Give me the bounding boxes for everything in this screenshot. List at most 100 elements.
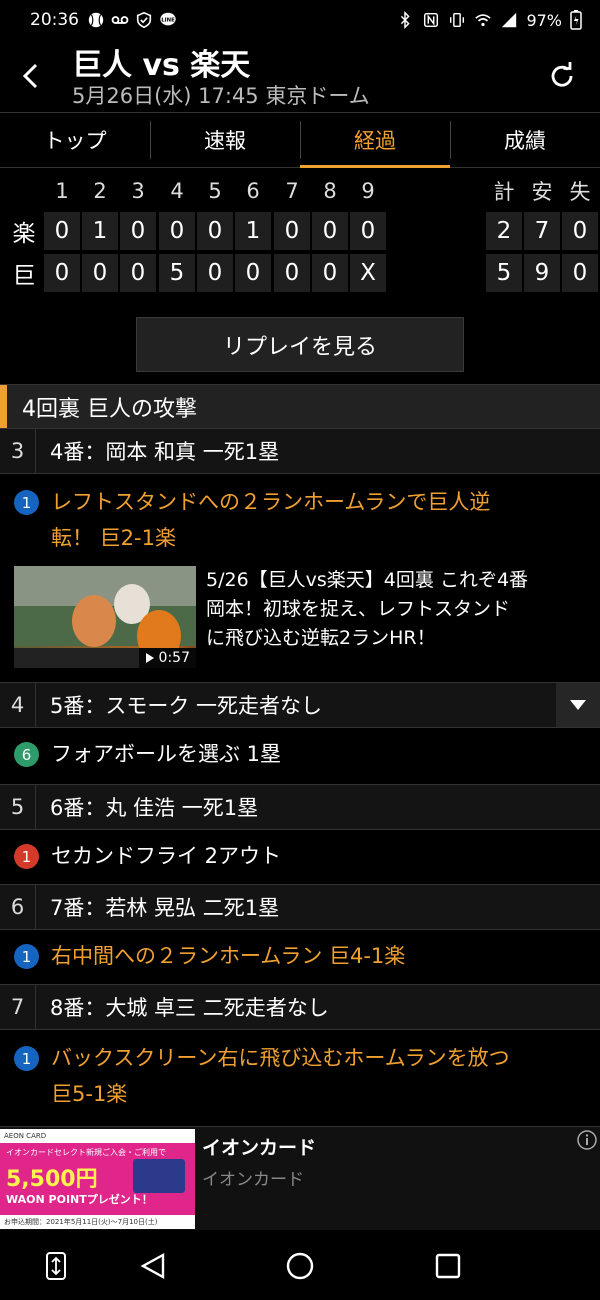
play-result-text: 右中間への２ランホームラン 巨4-1楽	[51, 944, 406, 968]
pitch-count-badge: 1	[14, 944, 39, 969]
play-result-text: フォアボールを選ぶ 1塁	[51, 742, 282, 766]
batter-order: 4	[0, 683, 36, 727]
batter-order: 5	[0, 785, 36, 829]
video-description[interactable]: 5/26【巨人vs楽天】4回裏 これぞ4番 岡本！初球を捉え、レフトスタンド に…	[206, 566, 586, 653]
ad-brand: AEON CARD	[0, 1129, 195, 1143]
refresh-icon[interactable]	[546, 60, 578, 92]
inning-score: 0	[120, 212, 156, 250]
highlight-video-card[interactable]: 0:57 5/26【巨人vs楽天】4回裏 これぞ4番 岡本！初球を捉え、レフトス…	[14, 566, 586, 670]
batter-row[interactable]: 3 4番：岡本 和真 一死1塁	[0, 428, 600, 474]
system-nav-bar	[0, 1232, 600, 1300]
vibrate-icon	[450, 12, 465, 28]
tab-top[interactable]: トップ	[0, 113, 150, 167]
wifi-icon	[475, 14, 492, 27]
voicemail-icon	[111, 16, 129, 24]
ad-period: お申込期間：2021年5月11日(火)〜7月10日(土)	[0, 1215, 195, 1229]
total-errors: 0	[562, 212, 598, 250]
inning-section-title: 4回裏 巨人の攻撃	[22, 396, 197, 422]
ad-advertiser: イオンカード	[202, 1170, 304, 1190]
total-runs: 5	[486, 254, 522, 292]
video-description-line: 5/26【巨人vs楽天】4回裏 これぞ4番	[206, 569, 529, 591]
section-accent-bar	[0, 385, 7, 429]
inning-section-header: 4回裏 巨人の攻撃	[0, 384, 600, 429]
inning-score: 0	[82, 254, 118, 292]
replay-button[interactable]: リプレイを見る	[136, 317, 464, 372]
inning-score: 1	[235, 212, 271, 250]
pitch-count-badge: 1	[14, 490, 39, 515]
ad-banner[interactable]: AEON CARD イオンカードセレクト新規ご入会・ご利用で 5,500円 WA…	[0, 1126, 600, 1230]
nav-back-icon	[140, 1252, 165, 1280]
play-result-line: レフトスタンドへの２ランホームランで巨人逆	[51, 490, 491, 514]
inning-score: 0	[159, 212, 195, 250]
inning-score: 0	[44, 254, 80, 292]
play-result-text: セカンドフライ 2アウト	[51, 844, 282, 868]
shield-check-icon	[136, 11, 152, 29]
nav-recents-button[interactable]	[428, 1246, 468, 1286]
ad-sub: WAON POINTプレゼント！	[6, 1193, 153, 1206]
video-description-line: に飛び込む逆転2ランHR！	[206, 627, 436, 649]
batter-row[interactable]: 6 7番：若林 晃弘 二死1塁	[0, 884, 600, 930]
inning-score: 0	[312, 212, 348, 250]
inning-score: 0	[197, 254, 233, 292]
ad-image[interactable]: AEON CARD イオンカードセレクト新規ご入会・ご利用で 5,500円 WA…	[0, 1129, 195, 1229]
video-thumbnail[interactable]: 0:57	[14, 566, 196, 668]
batter-row[interactable]: 7 8番：大城 卓三 二死走者なし	[0, 984, 600, 1030]
play-result-text: バックスクリーン右に飛び込むホームランを放つ 巨5-1楽	[51, 1040, 510, 1112]
signal-icon	[502, 12, 517, 28]
inning-score: 0	[274, 254, 310, 292]
play-event: 6 フォアボールを選ぶ 1塁	[0, 736, 600, 772]
play-result-line: 転！ 巨2-1楽	[51, 526, 176, 550]
batter-order: 6	[0, 885, 36, 929]
batter-info: 7番：若林 晃弘 二死1塁	[50, 896, 280, 920]
play-result-line: 巨5-1楽	[51, 1082, 128, 1106]
scoreboard: 1 2 3 4 5 6 7 8 9 計 安 失 楽 0 1 0 0 0 1 0 …	[0, 172, 600, 302]
inning-score: 0	[44, 212, 80, 250]
batter-row[interactable]: 4 5番：スモーク 一死走者なし	[0, 682, 600, 728]
expand-button[interactable]	[556, 683, 600, 727]
inning-score: 0	[312, 254, 348, 292]
game-info: 5月26日(水) 17:45 東京ドーム	[72, 84, 370, 108]
inning-score: 0	[235, 254, 271, 292]
nav-home-button[interactable]	[280, 1246, 320, 1286]
nav-recents-icon	[435, 1253, 461, 1279]
play-icon	[145, 653, 154, 663]
inning-score: 5	[159, 254, 195, 292]
inning-header: 6	[246, 179, 260, 203]
total-runs-header: 計	[493, 180, 515, 204]
batter-info: 5番：スモーク 一死走者なし	[50, 694, 323, 718]
nav-home-icon	[286, 1252, 314, 1280]
batter-order: 3	[0, 429, 36, 473]
screen-rotate-button[interactable]	[36, 1246, 76, 1286]
team-label: 巨	[12, 263, 36, 289]
pitch-count-badge: 6	[14, 742, 39, 767]
back-arrow-icon[interactable]	[14, 58, 50, 94]
play-event: 1 右中間への２ランホームラン 巨4-1楽	[0, 938, 600, 974]
team-label: 楽	[12, 221, 36, 247]
tab-stats[interactable]: 成績	[450, 113, 600, 167]
inning-header: 1	[55, 179, 69, 203]
page-title: 巨人 vs 楽天	[72, 48, 251, 83]
inning-score: 0	[120, 254, 156, 292]
total-hits: 7	[524, 212, 560, 250]
batter-info: 6番：丸 佳浩 一死1塁	[50, 796, 259, 820]
app-header: 巨人 vs 楽天 5月26日(水) 17:45 東京ドーム	[0, 40, 600, 112]
scoreboard-header: 1 2 3 4 5 6 7 8 9 計 安 失	[0, 172, 600, 212]
batter-row[interactable]: 5 6番：丸 佳浩 一死1塁	[0, 784, 600, 830]
tab-progress[interactable]: 経過	[300, 113, 450, 168]
ad-title[interactable]: イオンカード	[202, 1133, 316, 1160]
inning-header: 7	[285, 179, 299, 203]
ad-choices-icon[interactable]	[576, 1129, 598, 1151]
batter-info: 8番：大城 卓三 二死走者なし	[50, 996, 329, 1020]
inning-header: 8	[323, 179, 337, 203]
tab-bar: トップ 速報 経過 成績	[0, 112, 600, 168]
inning-score: X	[350, 254, 386, 292]
tab-live[interactable]: 速報	[150, 113, 300, 167]
rotate-screen-icon	[46, 1252, 66, 1280]
inning-score: 0	[274, 212, 310, 250]
total-hits: 9	[524, 254, 560, 292]
triangle-down-icon	[570, 700, 586, 710]
play-event: 1 バックスクリーン右に飛び込むホームランを放つ 巨5-1楽	[0, 1040, 600, 1112]
nav-back-button[interactable]	[134, 1246, 174, 1286]
inning-header: 4	[170, 179, 184, 203]
nfc-icon	[424, 12, 439, 28]
